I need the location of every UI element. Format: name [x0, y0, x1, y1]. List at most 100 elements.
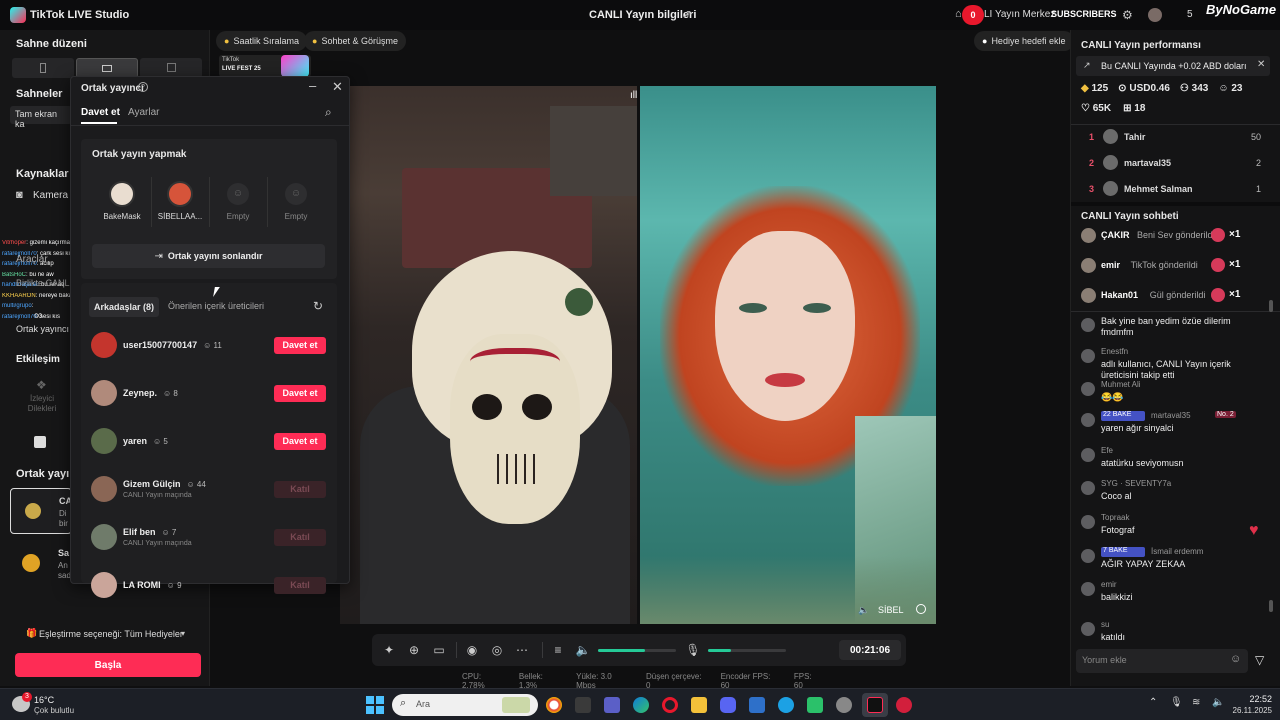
- chat-avatar[interactable]: [1081, 413, 1095, 427]
- cohost-card-1[interactable]: CA Di bir: [10, 488, 72, 534]
- browser-icon[interactable]: [778, 697, 794, 713]
- chat-avatar[interactable]: [1081, 382, 1095, 396]
- live-center-label[interactable]: LI Yayın Merkez: [984, 9, 1055, 20]
- viewer-wishes-label[interactable]: İzleyici Dilekleri: [24, 394, 60, 414]
- media-icon[interactable]: [896, 697, 912, 713]
- chevron-up-icon[interactable]: ⌃: [1149, 697, 1157, 708]
- rank-avatar[interactable]: [1103, 155, 1118, 170]
- friend-avatar[interactable]: [91, 524, 117, 550]
- chrome-icon[interactable]: [546, 697, 562, 713]
- opera-icon[interactable]: [662, 697, 678, 713]
- comment-input[interactable]: Yorum ekle ☺: [1076, 649, 1248, 673]
- magic-wand-icon[interactable]: ✦: [381, 642, 397, 658]
- chat-avatar[interactable]: [1081, 318, 1095, 332]
- friend-avatar[interactable]: [91, 572, 117, 598]
- chevron-down-icon[interactable]: ▾: [181, 629, 185, 638]
- layout-split-button[interactable]: [140, 58, 202, 78]
- tab-suggested[interactable]: Önerilen içerik üreticileri: [168, 301, 264, 311]
- tab-settings[interactable]: Ayarlar: [128, 107, 160, 118]
- chat-avatar[interactable]: [1081, 481, 1095, 495]
- edge-icon[interactable]: [633, 697, 649, 713]
- invite-button[interactable]: Davet et: [274, 432, 326, 450]
- mute-icon[interactable]: 🔈: [858, 605, 869, 616]
- chat-user[interactable]: Enestfn: [1101, 347, 1128, 356]
- chat-avatar[interactable]: [1081, 448, 1095, 462]
- equalizer-icon[interactable]: ≡: [550, 642, 566, 658]
- discord-icon[interactable]: [720, 697, 736, 713]
- gift-sender[interactable]: ÇAKIR: [1101, 230, 1130, 240]
- speaker-icon[interactable]: 🔈: [575, 642, 591, 658]
- join-button[interactable]: Katıl: [274, 528, 326, 546]
- chat-user[interactable]: İsmail erdemm: [1151, 547, 1203, 556]
- mail-icon[interactable]: [749, 697, 765, 713]
- empty-slot-person-icon[interactable]: ☺: [285, 183, 307, 205]
- more-icon[interactable]: ⋯: [514, 642, 530, 658]
- start-button[interactable]: Başla: [15, 653, 201, 677]
- rank-avatar[interactable]: [1103, 129, 1118, 144]
- record-icon[interactable]: ◉: [464, 642, 480, 658]
- mic-volume-slider[interactable]: [708, 649, 786, 652]
- layout-landscape-button[interactable]: [76, 58, 138, 78]
- help-icon[interactable]: ?: [138, 82, 148, 92]
- microphone-icon[interactable]: 🎙: [685, 642, 701, 658]
- clock-time[interactable]: 22:52: [1236, 694, 1272, 704]
- gift-sender-avatar[interactable]: [1081, 228, 1096, 243]
- invite-button[interactable]: Davet et: [274, 336, 326, 354]
- share-icon[interactable]: ↗: [682, 7, 692, 21]
- hourly-ranking-pill[interactable]: ● Saatlik Sıralama: [216, 31, 307, 51]
- chat-avatar[interactable]: [1081, 549, 1095, 563]
- scrollbar-thumb[interactable]: [1269, 300, 1273, 312]
- live-center-icon[interactable]: ⌂: [955, 8, 962, 20]
- search-icon[interactable]: ⌕: [325, 105, 332, 120]
- invite-button[interactable]: Davet et: [274, 384, 326, 402]
- guest-video[interactable]: 🔈 SİBEL: [640, 86, 936, 624]
- end-cohost-button[interactable]: ⇥ Ortak yayını sonlandır: [92, 244, 325, 268]
- matching-option[interactable]: Eşleştirme seçeneği: Tüm Hediyeler: [39, 629, 183, 639]
- join-button[interactable]: Katıl: [274, 480, 326, 498]
- cohost-nav-label[interactable]: Ortak yayıncı: [16, 324, 69, 334]
- windows-start-icon[interactable]: [366, 696, 384, 714]
- clock-date[interactable]: 26.11.2025: [1214, 706, 1272, 715]
- folder-icon[interactable]: [691, 697, 707, 713]
- settings-gear-icon[interactable]: ⚙: [1122, 8, 1133, 22]
- friend-avatar[interactable]: [91, 428, 117, 454]
- teams-icon[interactable]: [604, 697, 620, 713]
- minimize-icon[interactable]: –: [309, 78, 316, 93]
- rank-name[interactable]: Mehmet Salman: [1124, 184, 1193, 194]
- file-icon[interactable]: [575, 697, 591, 713]
- chat-user[interactable]: Topraak: [1101, 513, 1129, 522]
- chat-user[interactable]: martaval35: [1151, 411, 1191, 420]
- chat-avatar[interactable]: [1081, 515, 1095, 529]
- live-fest-banner[interactable]: TikTok LIVE FEST 25: [219, 55, 311, 77]
- friend-avatar[interactable]: [91, 380, 117, 406]
- xbox-icon[interactable]: [807, 697, 823, 713]
- rank-name[interactable]: Tahir: [1124, 132, 1145, 142]
- gift-sender-avatar[interactable]: [1081, 288, 1096, 303]
- empty-slot-person-icon[interactable]: ☺: [227, 183, 249, 205]
- close-icon[interactable]: ✕: [1257, 59, 1265, 70]
- camera-source[interactable]: Kamera: [33, 190, 68, 201]
- tab-friends[interactable]: Arkadaşlar (8): [89, 297, 159, 317]
- app-icon[interactable]: [836, 697, 852, 713]
- chat-avatar[interactable]: [1081, 582, 1095, 596]
- rank-name[interactable]: martaval35: [1124, 158, 1171, 168]
- filter-icon[interactable]: ▽: [1255, 653, 1264, 667]
- add-source-icon[interactable]: ⊕: [406, 642, 422, 658]
- host-video[interactable]: ıllı: [340, 86, 637, 624]
- chat-user[interactable]: Efe: [1101, 446, 1113, 455]
- gift-sender[interactable]: Hakan01: [1101, 290, 1138, 300]
- taskbar-search[interactable]: ⌕ Ara: [392, 694, 538, 716]
- emoji-icon[interactable]: ☺: [1230, 653, 1241, 665]
- join-button[interactable]: Katıl: [274, 576, 326, 594]
- camera-switch-icon[interactable]: ◎: [489, 642, 505, 658]
- refresh-icon[interactable]: ↻: [313, 299, 323, 313]
- friend-avatar[interactable]: [91, 332, 117, 358]
- chat-avatar[interactable]: [1081, 349, 1095, 363]
- speaker-volume-slider[interactable]: [598, 649, 676, 652]
- layout-portrait-button[interactable]: [12, 58, 74, 78]
- gift-goal-pill[interactable]: ● Hediye hedefi ekle: [974, 31, 1074, 51]
- screen-icon[interactable]: ▭: [431, 642, 447, 658]
- profile-avatar[interactable]: [1148, 8, 1162, 22]
- close-icon[interactable]: ✕: [332, 79, 343, 95]
- chat-avatar[interactable]: [1081, 622, 1095, 636]
